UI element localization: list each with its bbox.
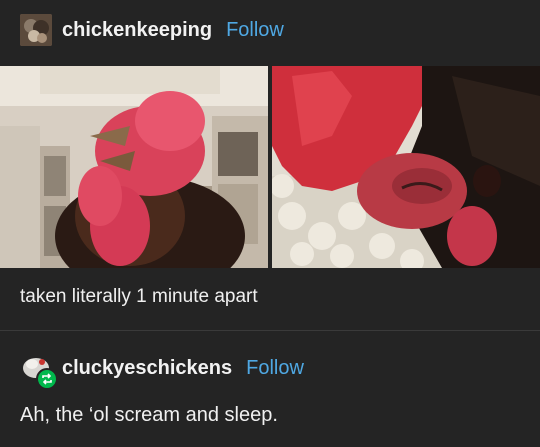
rooster-sleeping-image bbox=[272, 66, 540, 268]
post-username[interactable]: chickenkeeping bbox=[62, 19, 212, 42]
photo-set bbox=[0, 66, 540, 268]
cluckyeschickens-avatar[interactable] bbox=[20, 352, 58, 390]
avatar-image bbox=[20, 14, 52, 46]
rooster-sleeping-photo[interactable] bbox=[272, 66, 540, 268]
reblog-divider bbox=[0, 330, 540, 331]
chickenkeeping-avatar[interactable] bbox=[20, 14, 52, 46]
reblog-header: cluckyeschickens Follow bbox=[20, 350, 304, 390]
reblog-follow-button[interactable]: Follow bbox=[246, 357, 304, 380]
post-header: chickenkeeping Follow bbox=[20, 12, 284, 48]
rooster-screaming-photo[interactable] bbox=[0, 66, 268, 268]
reblog-username[interactable]: cluckyeschickens bbox=[62, 357, 232, 380]
post-caption: taken literally 1 minute apart bbox=[20, 286, 258, 307]
rooster-screaming-image bbox=[0, 66, 268, 268]
reblog-icon bbox=[36, 368, 58, 390]
post-follow-button[interactable]: Follow bbox=[226, 19, 284, 42]
reblog-text: Ah, the ‘ol scream and sleep. bbox=[20, 404, 278, 426]
